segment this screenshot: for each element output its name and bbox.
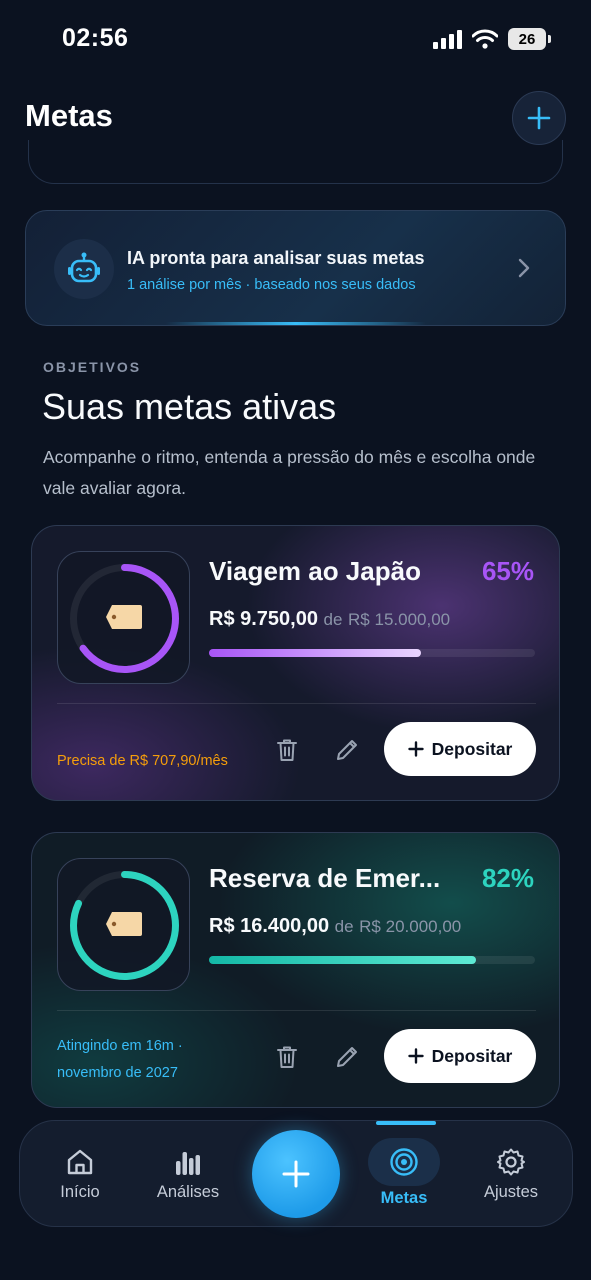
goal-progress-ring: [57, 551, 190, 684]
robot-icon: [54, 239, 114, 299]
price-tag-icon: [106, 912, 142, 936]
goal-amount: R$ 9.750,00 de R$ 15.000,00: [209, 608, 450, 631]
price-tag-icon: [106, 605, 142, 629]
ai-card-title: IA pronta para analisar suas metas: [127, 248, 425, 268]
wifi-icon: [472, 29, 498, 49]
cellular-signal-icon: [433, 29, 462, 49]
card-divider: [57, 703, 536, 704]
quick-add-button[interactable]: [252, 1130, 340, 1218]
status-time: 02:56: [62, 24, 129, 52]
deposit-label: Depositar: [431, 1045, 513, 1066]
pencil-icon: [337, 740, 357, 760]
section-description: Acompanhe o ritmo, entenda a pressão do …: [43, 447, 536, 498]
chevron-right-icon: [518, 258, 530, 278]
delete-goal-button[interactable]: [271, 1041, 303, 1073]
nav-label: Ajustes: [483, 1183, 539, 1201]
goal-hint-line: Precisa de R$ 707,90/mês: [57, 753, 228, 769]
trash-icon: [277, 1046, 297, 1068]
section-kicker: OBJETIVOS: [43, 359, 142, 375]
goal-progress-fill: [209, 956, 477, 964]
section-title: Suas metas ativas: [42, 386, 337, 427]
scrolled-card-edge: [28, 140, 563, 184]
goal-progress-bar: [209, 649, 535, 657]
nav-item-analises[interactable]: Análises: [148, 1121, 228, 1228]
battery-indicator: 26: [508, 28, 546, 50]
plus-icon: [282, 1160, 310, 1188]
ai-analysis-card[interactable]: IA pronta para analisar suas metas 1 aná…: [25, 210, 566, 326]
bar-chart-icon: [176, 1152, 200, 1175]
nav-label: Análises: [156, 1183, 220, 1201]
home-icon: [67, 1149, 93, 1175]
goal-amount: R$ 16.400,00 de R$ 20.000,00: [209, 915, 461, 938]
goal-card[interactable]: Reserva de Emer... 82% R$ 16.400,00 de R…: [31, 832, 560, 1108]
goal-of-label: de: [334, 917, 354, 936]
goal-hint-line: novembro de 2027: [57, 1065, 178, 1081]
goal-percent: 65%: [481, 556, 534, 586]
nav-label: Metas: [380, 1189, 428, 1207]
goal-hint: Precisa de R$ 707,90/mês: [57, 753, 228, 769]
goal-progress-fill: [209, 649, 421, 657]
goal-saved-amount: R$ 9.750,00: [209, 608, 318, 630]
plus-icon: [407, 1048, 424, 1064]
goal-percent: 82%: [481, 863, 534, 893]
edit-goal-button[interactable]: [331, 1041, 363, 1073]
plus-icon: [527, 106, 551, 130]
goal-card[interactable]: Viagem ao Japão 65% R$ 9.750,00 de R$ 15…: [31, 525, 560, 801]
goal-hint-line: Atingindo em 16m ·: [57, 1038, 183, 1054]
deposit-button[interactable]: Depositar: [384, 722, 536, 776]
delete-goal-button[interactable]: [271, 734, 303, 766]
nav-item-metas[interactable]: Metas: [368, 1121, 440, 1228]
goal-name: Reserva de Emer...: [209, 863, 441, 893]
nav-label: Início: [60, 1183, 100, 1201]
goal-target-amount: R$ 20.000,00: [359, 917, 462, 936]
goal-of-label: de: [323, 610, 343, 629]
battery-tip: [548, 35, 551, 43]
status-icons: 26: [433, 28, 551, 50]
nav-item-inicio[interactable]: Início: [50, 1121, 110, 1228]
goal-target-amount: R$ 15.000,00: [348, 610, 451, 629]
card-divider: [57, 1010, 536, 1011]
deposit-label: Depositar: [431, 738, 513, 759]
add-goal-button[interactable]: [512, 91, 566, 145]
goal-saved-amount: R$ 16.400,00: [209, 915, 330, 937]
ai-card-subtitle: 1 análise por mês · baseado nos seus dad…: [127, 277, 416, 293]
nav-item-ajustes[interactable]: Ajustes: [476, 1121, 546, 1228]
plus-icon: [407, 741, 424, 757]
card-glow-line: [166, 322, 426, 325]
goal-progress-bar: [209, 956, 535, 964]
status-bar: 02:56 26: [0, 0, 591, 80]
page-title: Metas: [25, 98, 113, 133]
goal-progress-ring: [57, 858, 190, 991]
gear-icon: [497, 1148, 525, 1176]
trash-icon: [277, 739, 297, 761]
target-icon: [390, 1148, 418, 1176]
pencil-icon: [337, 1047, 357, 1067]
edit-goal-button[interactable]: [331, 734, 363, 766]
goal-name: Viagem ao Japão: [209, 556, 421, 586]
deposit-button[interactable]: Depositar: [384, 1029, 536, 1083]
goal-hint: Atingindo em 16m · novembro de 2027: [57, 1033, 183, 1087]
